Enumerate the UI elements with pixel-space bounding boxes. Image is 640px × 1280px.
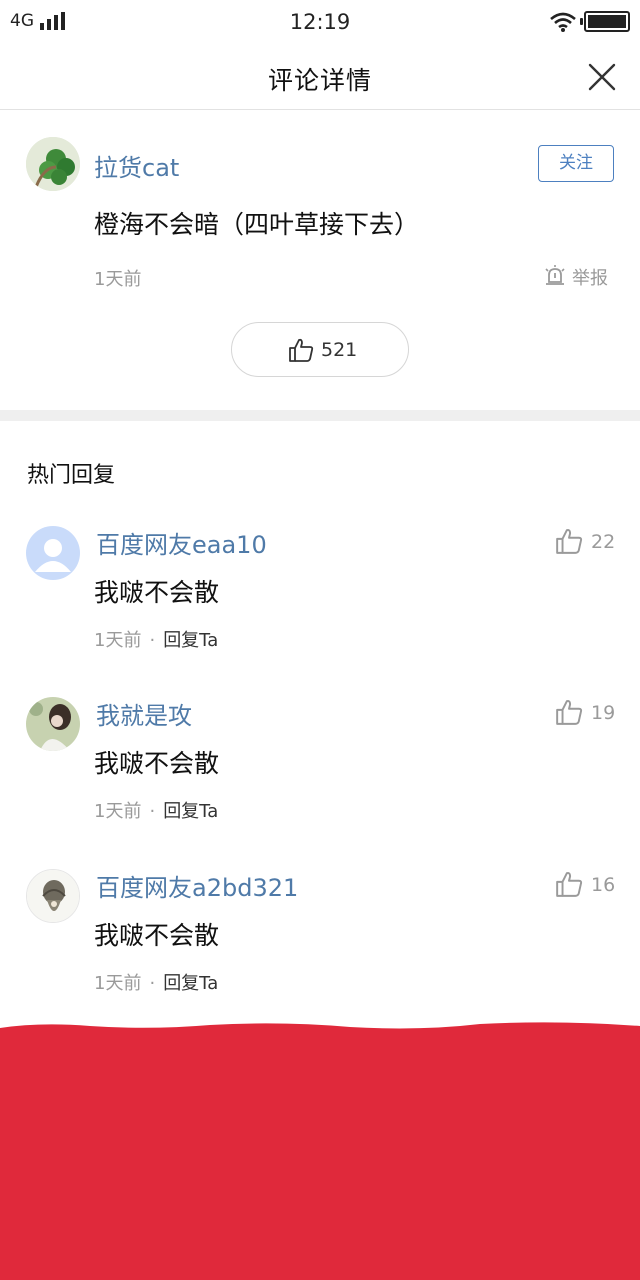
follow-button[interactable]: 关注: [538, 145, 614, 182]
comment-content: 橙海不会暗（四叶草接下去）: [94, 210, 420, 239]
like-count: 22: [591, 531, 616, 553]
reply-meta: 1天前 · 回复Ta: [94, 797, 218, 823]
comment-time: 1天前: [94, 269, 142, 290]
like-count: 16: [591, 874, 616, 896]
reply-to-link[interactable]: 回复Ta: [163, 801, 218, 822]
like-count: 521: [321, 339, 358, 361]
thumbs-up-icon: [556, 872, 583, 897]
main-comment: 拉货cat 关注 橙海不会暗（四叶草接下去） 1天前 举报 521: [0, 110, 640, 410]
list-item: 百度网友eaa10 22 我啵不会散 1天前 · 回复Ta: [0, 515, 640, 685]
list-item: 百度网友a2bd321 16 我啵不会散 1天前 · 回复Ta: [0, 858, 640, 1028]
header: 评论详情: [0, 44, 640, 110]
avatar[interactable]: [26, 869, 80, 923]
reply-content: 我啵不会散: [94, 749, 220, 778]
report-icon: [545, 265, 565, 285]
status-bar: 4G 12:19: [0, 0, 640, 44]
reply-to-link[interactable]: 回复Ta: [163, 973, 218, 994]
avatar[interactable]: [26, 137, 80, 191]
like-count: 19: [591, 702, 616, 724]
close-icon[interactable]: [587, 62, 617, 92]
list-item: 我就是攻 19 我啵不会散 1天前 · 回复Ta: [0, 686, 640, 856]
reply-content: 我啵不会散: [94, 578, 220, 607]
separator-dot: ·: [149, 973, 156, 994]
avatar[interactable]: [26, 697, 80, 751]
thumbs-up-icon: [289, 338, 314, 362]
report-label: 举报: [572, 268, 608, 289]
status-time: 12:19: [289, 10, 351, 34]
reply-time: 1天前: [94, 973, 142, 994]
thumbs-up-icon: [556, 700, 583, 725]
thumbs-up-icon: [556, 529, 583, 554]
separator-dot: ·: [149, 630, 156, 651]
like-button[interactable]: 521: [231, 322, 409, 377]
separator-dot: ·: [149, 801, 156, 822]
section-divider: [0, 410, 640, 421]
reply-time: 1天前: [94, 630, 142, 651]
page-title: 评论详情: [267, 66, 372, 95]
username[interactable]: 百度网友a2bd321: [96, 868, 298, 903]
reply-to-link[interactable]: 回复Ta: [163, 630, 218, 651]
wifi-icon: [550, 12, 576, 32]
username[interactable]: 百度网友eaa10: [96, 525, 267, 560]
reply-meta: 1天前 · 回复Ta: [94, 626, 218, 652]
reply-content: 我啵不会散: [94, 921, 220, 950]
reply-meta: 1天前 · 回复Ta: [94, 969, 218, 995]
reply-time: 1天前: [94, 801, 142, 822]
username[interactable]: 拉货cat: [94, 148, 179, 183]
username[interactable]: 我就是攻: [96, 696, 192, 731]
battery-icon: [580, 11, 630, 32]
red-overlay: [0, 1022, 640, 1280]
section-title: 热门回复: [27, 463, 116, 488]
avatar[interactable]: [26, 526, 80, 580]
